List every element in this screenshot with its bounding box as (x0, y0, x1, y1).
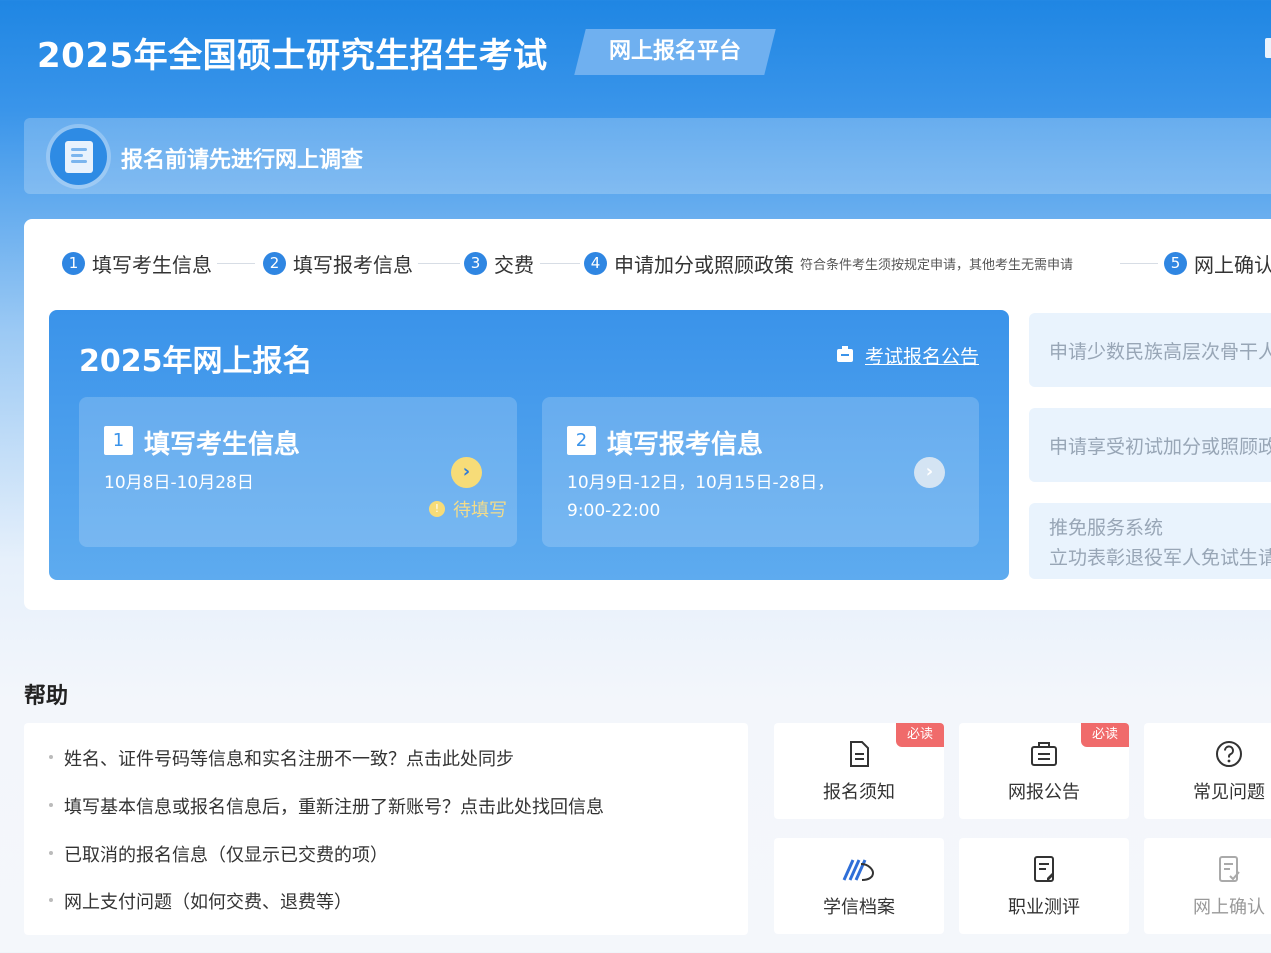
help-link[interactable]: 网上支付问题（如何交费、退费等） (49, 888, 352, 914)
side-link-bonus-policy[interactable]: 申请享受初试加分或照顾政策 (1029, 408, 1271, 482)
step-label: 网上确认 (1194, 253, 1271, 277)
card-date-line: 10月9日-12日，10月15日-28日， (567, 473, 835, 493)
card-date: 10月8日-10月28日 (104, 469, 254, 497)
card-date: 10月9日-12日，10月15日-28日， 9:00-22:00 (567, 469, 834, 525)
registration-panel: 2025年网上报名 考试报名公告 1 填写考生信息 10月8日-10月28日 ›… (49, 310, 1009, 580)
platform-tag-label: 网上报名平台 (608, 39, 741, 64)
help-list: 姓名、证件号码等信息和实名注册不一致？点击此处同步 填写基本信息或报名信息后，重… (24, 723, 748, 935)
step-card-fill-application-info[interactable]: 2 填写报考信息 10月9日-12日，10月15日-28日， 9:00-22:0… (542, 397, 979, 547)
question-icon (1216, 741, 1242, 767)
card-number: 1 (104, 426, 133, 455)
help-title: 帮助 (24, 684, 69, 709)
confirm-icon (1219, 856, 1240, 882)
step-label: 填写报考信息 (293, 253, 413, 277)
step-3: 3 交费 (464, 249, 534, 278)
status-text: 待填写 (453, 500, 507, 521)
tile-online-confirm[interactable]: 网上确认 (1144, 838, 1271, 934)
tile-label: 职业测评 (1008, 897, 1080, 918)
main-card: 1 填写考生信息 2 填写报考信息 3 交费 4 申请加分或照顾政策 符合条件考… (24, 219, 1271, 610)
chevron-right-icon[interactable]: › (914, 457, 945, 488)
assessment-icon (1034, 856, 1054, 882)
tile-registration-guide[interactable]: 必读 报名须知 (774, 723, 944, 819)
help-link[interactable]: 姓名、证件号码等信息和实名注册不一致？点击此处同步 (49, 745, 514, 771)
survey-link[interactable]: 报名前请先进行网上调查 (121, 142, 363, 174)
step-progress: 1 填写考生信息 2 填写报考信息 3 交费 4 申请加分或照顾政策 符合条件考… (62, 249, 1271, 279)
document-icon (850, 741, 869, 767)
must-read-badge: 必读 (1081, 723, 1129, 747)
card-date-line: 10月8日-10月28日 (104, 473, 254, 493)
card-title: 填写考生信息 (144, 430, 301, 460)
site-title: 2025年全国硕士研究生招生考试 (37, 36, 548, 76)
tile-label: 常见问题 (1193, 782, 1265, 803)
step-number: 5 (1164, 252, 1187, 275)
step-label: 申请加分或照顾政策 (614, 253, 794, 277)
chsi-logo-icon (842, 859, 875, 881)
step-label: 交费 (494, 253, 534, 277)
step-4: 4 申请加分或照顾政策 符合条件考生须按规定申请，其他考生无需申请 (584, 249, 1073, 278)
step-number: 4 (584, 252, 607, 275)
side-link-minority-program[interactable]: 申请少数民族高层次骨干人才计划 (1029, 313, 1271, 387)
must-read-badge: 必读 (896, 723, 944, 747)
tile-label: 学信档案 (823, 897, 895, 918)
step-divider (217, 263, 255, 264)
status-badge: ! 待填写 (429, 496, 507, 522)
tile-label: 报名须知 (823, 782, 895, 803)
tile-online-notice[interactable]: 必读 网报公告 (959, 723, 1129, 819)
tile-label: 网报公告 (1008, 782, 1080, 803)
step-number: 2 (263, 252, 286, 275)
step-number: 3 (464, 252, 487, 275)
briefcase-icon (836, 346, 853, 362)
step-5: 5 网上确认 (1164, 249, 1271, 278)
tile-career-assessment[interactable]: 职业测评 (959, 838, 1129, 934)
info-icon: ! (429, 501, 445, 517)
step-divider (1120, 263, 1158, 264)
survey-banner[interactable]: 报名前请先进行网上调查 (24, 118, 1271, 194)
step-divider (418, 263, 460, 264)
help-link[interactable]: 填写基本信息或报名信息后，重新注册了新账号？点击此处找回信息 (49, 793, 604, 819)
step-2: 2 填写报考信息 (263, 249, 413, 278)
step-note: 符合条件考生须按规定申请，其他考生无需申请 (800, 258, 1074, 273)
registration-title: 2025年网上报名 (79, 344, 313, 379)
side-link-label: 申请少数民族高层次骨干人才计划 (1049, 341, 1271, 363)
step-label: 填写考生信息 (92, 253, 212, 277)
tile-chsi-archive[interactable]: 学信档案 (774, 838, 944, 934)
step-number: 1 (62, 252, 85, 275)
notice-link-wrap[interactable]: 考试报名公告 (836, 342, 979, 369)
tile-faq[interactable]: 常见问题 (1144, 723, 1271, 819)
platform-tag: 网上报名平台 (574, 29, 776, 75)
step-1: 1 填写考生信息 (62, 249, 212, 278)
tile-label: 网上确认 (1193, 897, 1265, 918)
side-link-label: 申请享受初试加分或照顾政策 (1049, 436, 1271, 458)
side-link-exemption-system[interactable]: 推免服务系统 立功表彰退役军人免试生请至此 (1029, 503, 1271, 579)
partial-header-icon[interactable] (1265, 38, 1271, 58)
card-title: 填写报考信息 (607, 430, 764, 460)
side-link-label: 推免服务系统 (1049, 517, 1164, 539)
side-link-sublabel: 立功表彰退役军人免试生请至此 (1049, 547, 1271, 569)
step-divider (540, 263, 580, 264)
step-card-fill-candidate-info[interactable]: 1 填写考生信息 10月8日-10月28日 › ! 待填写 (79, 397, 517, 547)
exam-notice-link[interactable]: 考试报名公告 (865, 342, 979, 369)
card-date-line: 9:00-22:00 (567, 501, 661, 521)
help-link[interactable]: 已取消的报名信息（仅显示已交费的项） (49, 841, 388, 867)
card-number: 2 (567, 426, 596, 455)
announcement-icon (1031, 742, 1057, 766)
chevron-right-icon[interactable]: › (451, 457, 482, 488)
scroll-icon (50, 128, 107, 185)
